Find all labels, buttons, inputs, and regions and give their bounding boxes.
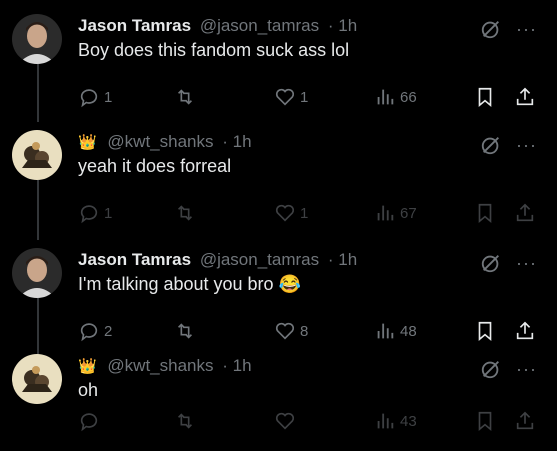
bookmark-button[interactable] bbox=[474, 202, 496, 224]
views-icon bbox=[377, 205, 394, 221]
repost-button[interactable] bbox=[174, 202, 200, 224]
avatar[interactable] bbox=[12, 248, 62, 298]
bookmark-icon bbox=[478, 87, 492, 108]
reply-count: 1 bbox=[104, 88, 113, 106]
share-icon bbox=[516, 321, 534, 340]
share-icon bbox=[516, 411, 534, 430]
timestamp[interactable]: · 1h bbox=[328, 250, 357, 269]
heart-icon bbox=[275, 204, 295, 222]
view-count: 66 bbox=[400, 88, 417, 106]
handle[interactable]: @kwt_shanks bbox=[107, 132, 213, 151]
crown-icon: 👑 bbox=[78, 134, 97, 151]
grok-icon[interactable] bbox=[480, 252, 502, 274]
handle[interactable]: @jason_tamras bbox=[200, 250, 319, 269]
views-icon bbox=[377, 323, 394, 339]
tweet-text: yeah it does forreal bbox=[78, 156, 232, 176]
repost-icon bbox=[177, 89, 193, 105]
view-count: 43 bbox=[400, 412, 417, 430]
like-button[interactable]: 1 bbox=[274, 202, 308, 224]
reply-button[interactable]: 1 bbox=[78, 86, 112, 108]
reply-icon bbox=[80, 89, 98, 108]
handle[interactable]: @kwt_shanks bbox=[107, 356, 213, 375]
repost-button[interactable] bbox=[174, 320, 200, 342]
avatar[interactable] bbox=[12, 130, 62, 180]
views-button[interactable]: 67 bbox=[374, 202, 417, 224]
like-button[interactable] bbox=[274, 410, 300, 432]
display-name[interactable]: Jason Tamras bbox=[78, 16, 191, 35]
repost-button[interactable] bbox=[174, 86, 200, 108]
heart-icon bbox=[275, 88, 295, 106]
like-count: 1 bbox=[300, 88, 309, 106]
share-button[interactable] bbox=[514, 320, 536, 342]
action-bar: 1 1 67 bbox=[78, 202, 538, 228]
timestamp[interactable]: · 1h bbox=[222, 132, 251, 151]
reply-button[interactable]: 2 bbox=[78, 320, 112, 342]
grok-icon[interactable] bbox=[480, 134, 502, 156]
tweet[interactable]: 👑 @kwt_shanks · 1h ··· yeah it does forr… bbox=[0, 126, 557, 238]
heart-icon bbox=[275, 322, 295, 340]
reply-button[interactable]: 1 bbox=[78, 202, 112, 224]
tweet-header: Jason Tamras @jason_tamras · 1h bbox=[78, 250, 357, 270]
action-bar: 43 bbox=[78, 410, 538, 436]
view-count: 48 bbox=[400, 322, 417, 340]
share-button[interactable] bbox=[514, 202, 536, 224]
reply-icon bbox=[80, 413, 98, 432]
bookmark-icon bbox=[478, 411, 492, 432]
reply-icon bbox=[80, 323, 98, 342]
share-icon bbox=[516, 87, 534, 106]
tweet-text: Boy does this fandom suck ass lol bbox=[78, 40, 350, 60]
laughing-emoji: 😂 bbox=[278, 274, 301, 294]
tweet[interactable]: Jason Tamras @jason_tamras · 1h ··· Boy … bbox=[0, 10, 557, 122]
views-icon bbox=[377, 413, 394, 429]
bookmark-button[interactable] bbox=[474, 86, 496, 108]
timestamp[interactable]: · 1h bbox=[328, 16, 357, 35]
tweet[interactable]: Jason Tamras @jason_tamras · 1h ··· I'm … bbox=[0, 244, 557, 356]
reply-icon bbox=[80, 205, 98, 224]
views-button[interactable]: 48 bbox=[374, 320, 417, 342]
like-count: 8 bbox=[300, 322, 309, 340]
repost-icon bbox=[177, 323, 193, 339]
heart-icon bbox=[275, 412, 295, 430]
action-bar: 1 1 66 bbox=[78, 86, 538, 112]
tweet-header: 👑 @kwt_shanks · 1h bbox=[78, 356, 252, 376]
timestamp[interactable]: · 1h bbox=[222, 356, 251, 375]
tweet-header: 👑 @kwt_shanks · 1h bbox=[78, 132, 252, 152]
share-button[interactable] bbox=[514, 410, 536, 432]
display-name[interactable]: Jason Tamras bbox=[78, 250, 191, 269]
reply-count: 1 bbox=[104, 204, 113, 222]
action-bar: 2 8 48 bbox=[78, 320, 538, 346]
more-icon[interactable]: ··· bbox=[516, 136, 537, 154]
avatar[interactable] bbox=[12, 14, 62, 64]
repost-icon bbox=[177, 413, 193, 429]
tweet-header: Jason Tamras @jason_tamras · 1h bbox=[78, 16, 357, 36]
more-icon[interactable]: ··· bbox=[516, 20, 537, 38]
grok-icon[interactable] bbox=[480, 358, 502, 380]
crown-icon: 👑 bbox=[78, 358, 97, 375]
more-icon[interactable]: ··· bbox=[516, 360, 537, 378]
share-icon bbox=[516, 203, 534, 222]
view-count: 67 bbox=[400, 204, 417, 222]
views-icon bbox=[377, 89, 394, 105]
repost-button[interactable] bbox=[174, 410, 200, 432]
bookmark-button[interactable] bbox=[474, 320, 496, 342]
bookmark-button[interactable] bbox=[474, 410, 496, 432]
tweet-text: oh bbox=[78, 380, 99, 400]
repost-icon bbox=[177, 205, 193, 221]
like-count: 1 bbox=[300, 204, 309, 222]
bookmark-icon bbox=[478, 321, 492, 342]
grok-icon[interactable] bbox=[480, 18, 502, 40]
like-button[interactable]: 1 bbox=[274, 86, 308, 108]
tweet[interactable]: 👑 @kwt_shanks · 1h ··· oh 43 bbox=[0, 350, 557, 450]
like-button[interactable]: 8 bbox=[274, 320, 308, 342]
avatar[interactable] bbox=[12, 354, 62, 404]
reply-button[interactable] bbox=[78, 410, 104, 432]
views-button[interactable]: 43 bbox=[374, 410, 417, 432]
handle[interactable]: @jason_tamras bbox=[200, 16, 319, 35]
more-icon[interactable]: ··· bbox=[516, 254, 537, 272]
tweet-text: I'm talking about you bro 😂 bbox=[78, 274, 301, 294]
bookmark-icon bbox=[478, 203, 492, 224]
views-button[interactable]: 66 bbox=[374, 86, 417, 108]
reply-count: 2 bbox=[104, 322, 113, 340]
share-button[interactable] bbox=[514, 86, 536, 108]
